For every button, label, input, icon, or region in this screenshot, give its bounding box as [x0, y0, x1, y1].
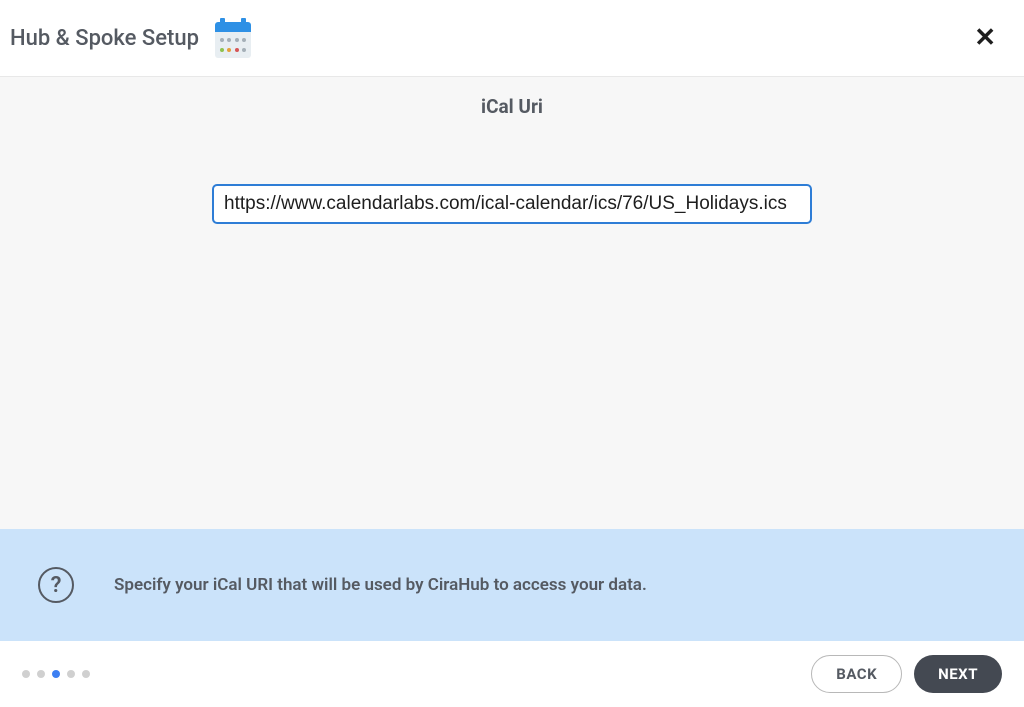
dialog-footer: BACK NEXT [0, 641, 1024, 707]
progress-dot [67, 670, 75, 678]
dialog-header: Hub & Spoke Setup ✕ [0, 0, 1024, 77]
progress-dot [22, 670, 30, 678]
progress-dot-active [52, 670, 60, 678]
progress-dot [82, 670, 90, 678]
help-icon: ? [38, 567, 74, 603]
calendar-icon [211, 18, 255, 58]
next-button[interactable]: NEXT [914, 655, 1002, 693]
progress-indicator [22, 670, 90, 678]
main-content: iCal Uri [0, 77, 1024, 529]
footer-buttons: BACK NEXT [811, 655, 1002, 693]
page-title: Hub & Spoke Setup [10, 26, 199, 51]
progress-dot [37, 670, 45, 678]
helper-bar: ? Specify your iCal URI that will be use… [0, 529, 1024, 641]
header-left: Hub & Spoke Setup [10, 18, 255, 58]
close-icon[interactable]: ✕ [966, 19, 1004, 57]
back-button[interactable]: BACK [811, 655, 902, 693]
ical-uri-input[interactable] [212, 184, 812, 224]
section-title: iCal Uri [481, 95, 543, 118]
helper-text: Specify your iCal URI that will be used … [114, 575, 647, 595]
